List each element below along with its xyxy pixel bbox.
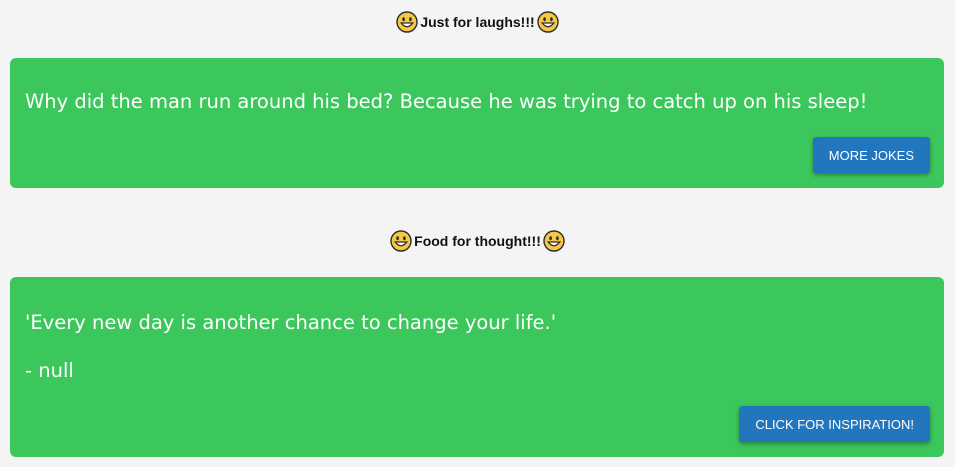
smiley-face-icon [396,11,419,33]
quotes-heading-text: Food for thought!!! [414,233,541,249]
quote-author: - null [25,359,74,382]
joke-text: Why did the man run around his bed? Beca… [25,90,868,113]
quote-card: 'Every new day is another chance to chan… [10,277,944,457]
smiley-face-icon [390,230,412,252]
inspiration-button[interactable]: CLICK FOR INSPIRATION! [739,406,930,442]
jokes-heading-text: Just for laughs!!! [420,14,535,30]
smiley-face-icon [536,11,559,33]
smiley-face-icon [543,230,565,252]
joke-card: Why did the man run around his bed? Beca… [10,58,944,188]
more-jokes-button[interactable]: MORE JOKES [812,137,930,173]
quote-text: 'Every new day is another chance to chan… [25,311,557,334]
quotes-heading: Food for thought!!! [0,230,955,252]
jokes-heading: Just for laughs!!! [0,11,955,33]
